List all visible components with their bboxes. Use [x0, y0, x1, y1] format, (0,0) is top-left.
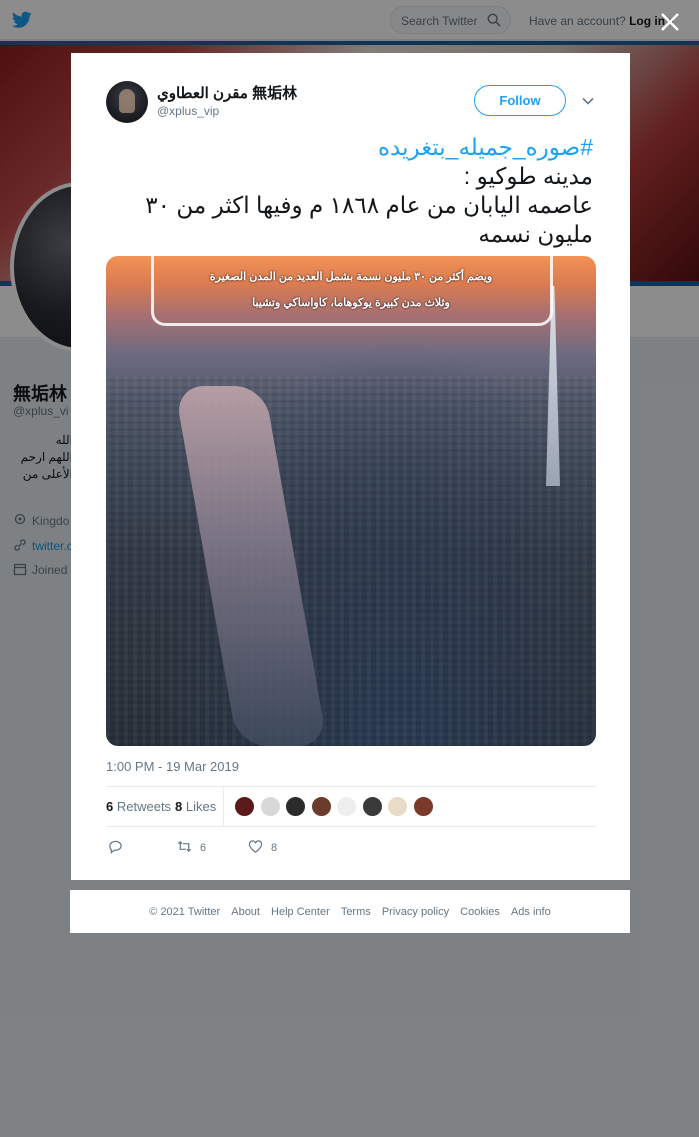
retweet-button[interactable]: 6 [177, 839, 206, 854]
tweet-line: مدينه طوكيو : [463, 163, 593, 189]
retweet-count: 6 [200, 842, 207, 854]
heart-icon [248, 840, 263, 853]
tweet-image[interactable]: ويضم أكثر من ٣٠ مليون نسمة بشمل العديد م… [106, 256, 596, 746]
tweet-text: #صوره_جميله_بتغريده مدينه طوكيو : عاصمه … [103, 133, 593, 249]
copyright-text: © 2021 Twitter [149, 906, 221, 918]
retweets-count: 6 [106, 799, 114, 814]
author-handle[interactable]: @xplus_vip [157, 104, 219, 118]
tweet-timestamp[interactable]: 1:00 PM - 19 Mar 2019 [106, 759, 239, 774]
footer-link-ads[interactable]: Ads info [511, 906, 551, 918]
footer-link-privacy[interactable]: Privacy policy [382, 906, 449, 918]
liker-avatar[interactable] [259, 796, 281, 817]
image-caption: ويضم أكثر من ٣٠ مليون نسمة بشمل العديد م… [209, 271, 493, 283]
author-avatar[interactable] [106, 81, 148, 123]
like-count: 8 [271, 842, 278, 854]
hashtag-link[interactable]: #صوره_جميله_بتغريده [103, 133, 593, 162]
retweets-stat[interactable]: 6 Retweets [106, 799, 171, 814]
like-button[interactable]: 8 [248, 839, 277, 854]
footer-link-terms[interactable]: Terms [341, 906, 371, 918]
image-caption: وثلاث مدن كبيرة يوكوهاما، كاواساكي وتشيب… [252, 297, 450, 309]
tweet-actions: 6 8 [106, 835, 406, 859]
footer-link-about[interactable]: About [231, 906, 260, 918]
likes-stat[interactable]: 8 Likes [175, 799, 216, 814]
page-footer: © 2021 Twitter About Help Center Terms P… [70, 890, 630, 933]
liker-avatar[interactable] [336, 796, 357, 817]
likes-label: Likes [185, 799, 217, 814]
chevron-down-icon[interactable] [582, 95, 594, 107]
image-caption-frame [151, 256, 553, 326]
liker-avatar[interactable] [387, 796, 408, 817]
tweet-card: مقرن العطاوي 無垢林 @xplus_vip Follow #صوره… [71, 53, 630, 880]
close-icon[interactable] [658, 10, 682, 34]
city-texture [106, 376, 596, 746]
tweet-stats: 6 Retweets 8 Likes [106, 786, 596, 827]
liker-avatar[interactable] [310, 796, 332, 817]
follow-button[interactable]: Follow [474, 85, 566, 116]
tweet-line: عاصمه اليابان من عام ١٨٦٨ م وفيها اكثر م… [145, 192, 593, 218]
liker-avatar[interactable] [234, 796, 255, 817]
retweet-icon [177, 840, 192, 853]
author-name[interactable]: مقرن العطاوي 無垢林 [157, 82, 297, 103]
tweet-line: مليون نسمه [478, 221, 593, 247]
liker-avatar[interactable] [285, 796, 306, 817]
reply-icon [109, 840, 122, 854]
liker-avatar[interactable] [361, 796, 383, 817]
reply-button[interactable] [108, 839, 131, 854]
liker-avatar[interactable] [412, 796, 434, 817]
retweets-label: Retweets [116, 799, 172, 814]
stats-divider [223, 787, 224, 827]
footer-link-help[interactable]: Help Center [271, 906, 330, 918]
footer-link-cookies[interactable]: Cookies [460, 906, 500, 918]
likes-count: 8 [175, 799, 183, 814]
